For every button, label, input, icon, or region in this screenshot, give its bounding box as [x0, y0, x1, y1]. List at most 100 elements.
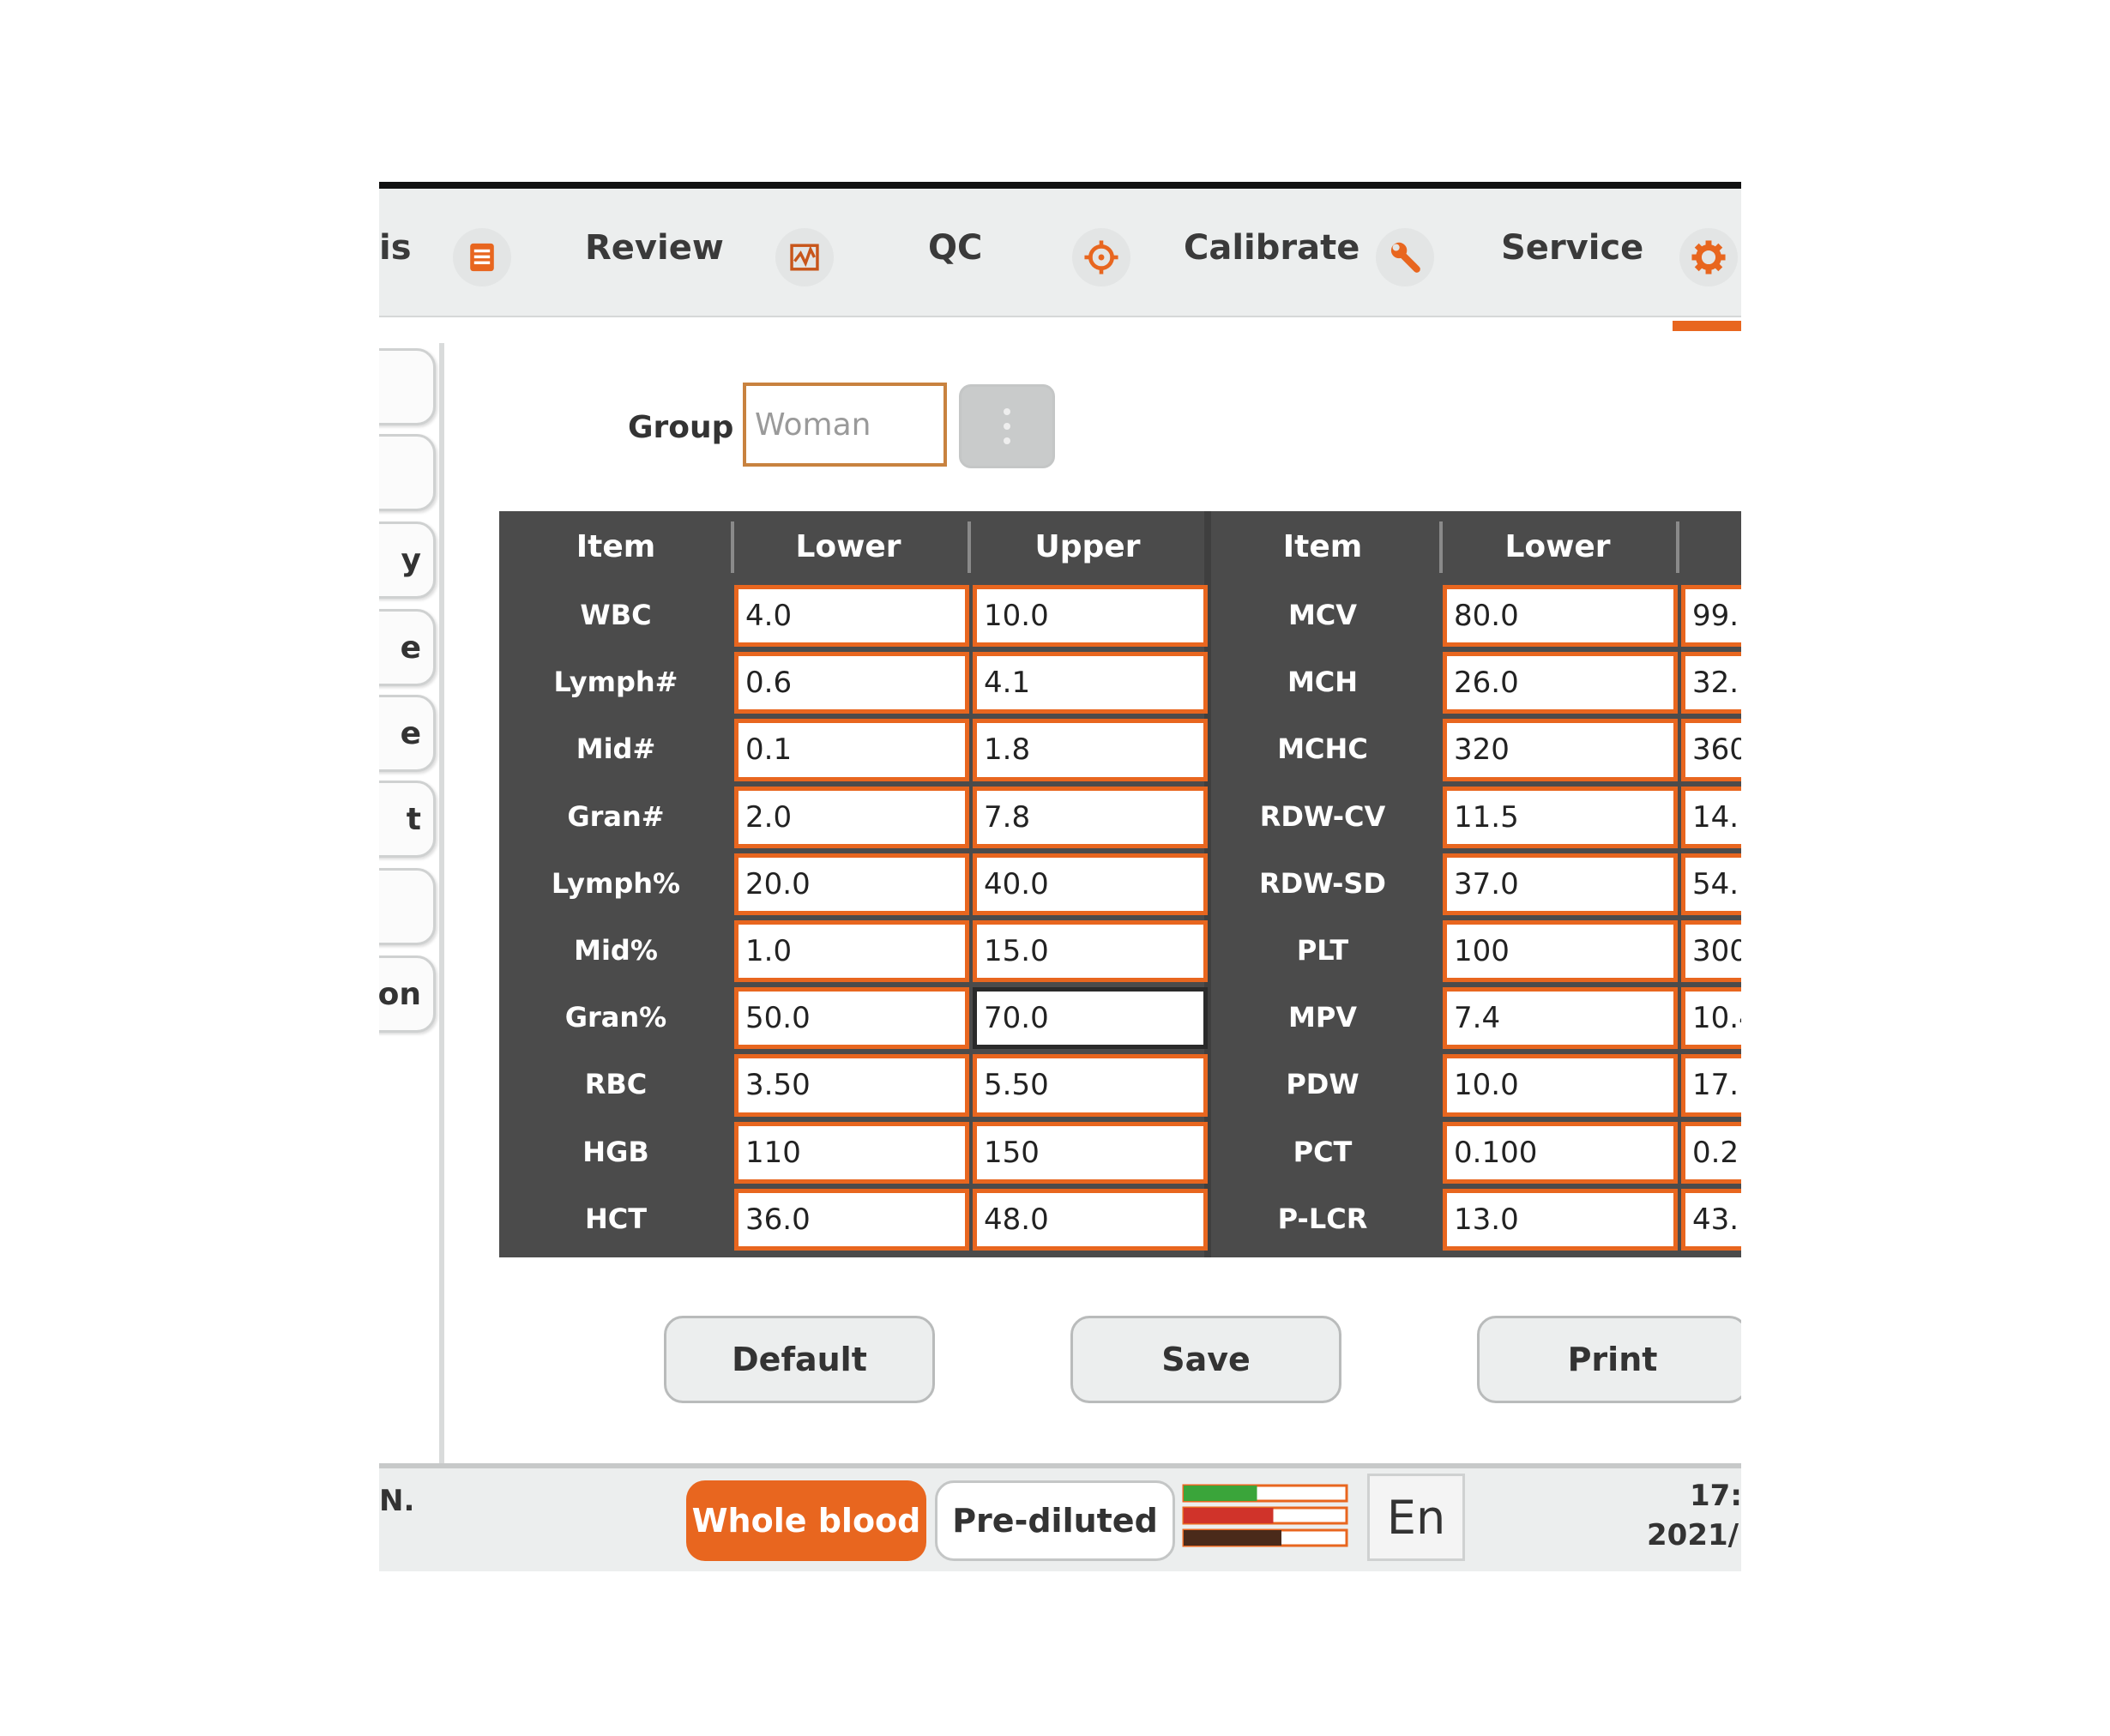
- upper-limit-input[interactable]: 150: [973, 1121, 1208, 1184]
- upper-limit-input[interactable]: 99.(: [1681, 585, 1741, 648]
- crosshair-icon[interactable]: [1072, 228, 1130, 286]
- nav-review[interactable]: Review: [585, 228, 724, 268]
- table-header-2: Upper: [1034, 528, 1141, 564]
- lower-limit-input[interactable]: 1.0: [734, 920, 969, 983]
- nav-service[interactable]: Service: [1501, 228, 1643, 268]
- table-item-label: Lymph%: [551, 866, 681, 900]
- table-item-label: MCHC: [1277, 732, 1368, 766]
- upper-limit-input[interactable]: 7.8: [973, 786, 1208, 848]
- table-item-label: PLT: [1296, 934, 1349, 967]
- nav-calibrate[interactable]: Calibrate: [1184, 228, 1359, 268]
- lower-limit-input[interactable]: 20.0: [734, 853, 969, 915]
- table-header-3: Item: [1282, 528, 1363, 564]
- table-item-label: RBC: [584, 1068, 648, 1101]
- nav-qc[interactable]: QC: [928, 228, 982, 268]
- upper-limit-input[interactable]: 360: [1681, 719, 1741, 781]
- lower-limit-input[interactable]: 26.0: [1443, 652, 1678, 714]
- table-header-5: [1679, 511, 1741, 582]
- reagent-bar-fill: [1184, 1530, 1281, 1546]
- list-icon[interactable]: [453, 228, 511, 286]
- table-item-label: HCT: [584, 1202, 648, 1235]
- reagent-level-indicator[interactable]: [1180, 1480, 1352, 1552]
- side-tab-0[interactable]: [379, 348, 436, 425]
- upper-limit-input[interactable]: 48.0: [973, 1188, 1208, 1251]
- upper-limit-input[interactable]: 40.0: [973, 853, 1208, 915]
- group-value: Woman: [755, 407, 871, 443]
- side-tab-7[interactable]: on: [379, 955, 436, 1033]
- table-item-label: PCT: [1293, 1135, 1353, 1168]
- print-button[interactable]: Print: [1477, 1316, 1741, 1403]
- side-tab-3[interactable]: e: [379, 609, 436, 686]
- side-tab-5[interactable]: t: [379, 781, 436, 858]
- wrench-icon[interactable]: [1376, 228, 1434, 286]
- lower-limit-input[interactable]: 320: [1443, 719, 1678, 781]
- group-field[interactable]: Woman: [743, 383, 947, 467]
- side-divider: [439, 343, 444, 1463]
- reference-range-table: Item Lower Upper Item Lower WBC 4.0 10.0 Lymph# 0…: [499, 511, 1741, 1257]
- gear-icon[interactable]: [1679, 228, 1738, 286]
- column-separator: [1439, 521, 1443, 573]
- status-left-text: N.: [379, 1484, 415, 1518]
- lower-limit-input[interactable]: 3.50: [734, 1054, 969, 1117]
- default-button[interactable]: Default: [664, 1316, 935, 1403]
- chart-icon[interactable]: [775, 228, 834, 286]
- table-item-label: Gran#: [567, 799, 665, 833]
- lower-limit-input[interactable]: 0.6: [734, 652, 969, 714]
- reagent-bar-fill: [1184, 1486, 1257, 1501]
- save-button[interactable]: Save: [1070, 1316, 1341, 1403]
- upper-limit-input[interactable]: 4.1: [973, 652, 1208, 714]
- lower-limit-input[interactable]: 37.0: [1443, 853, 1678, 915]
- top-nav: is Review QC Calibrate Service: [379, 189, 1741, 317]
- upper-limit-input[interactable]: 0.2!: [1681, 1121, 1741, 1184]
- lower-limit-input[interactable]: 0.1: [734, 719, 969, 781]
- lower-limit-input[interactable]: 100: [1443, 920, 1678, 983]
- upper-limit-input[interactable]: 1.8: [973, 719, 1208, 781]
- table-item-label: Lymph#: [553, 666, 678, 699]
- lower-limit-input[interactable]: 36.0: [734, 1188, 969, 1251]
- upper-limit-input[interactable]: 70.0: [973, 987, 1208, 1050]
- upper-limit-input[interactable]: 10.4: [1681, 987, 1741, 1050]
- lower-limit-input[interactable]: 13.0: [1443, 1188, 1678, 1251]
- upper-limit-input[interactable]: 15.0: [973, 920, 1208, 983]
- table-item-label: HGB: [582, 1135, 649, 1168]
- upper-limit-input[interactable]: 300: [1681, 920, 1741, 983]
- table-item-label: MCV: [1287, 599, 1358, 632]
- lower-limit-input[interactable]: 50.0: [734, 987, 969, 1050]
- language-button[interactable]: En: [1367, 1474, 1465, 1561]
- table-item-label: Mid#: [576, 732, 656, 766]
- lower-limit-input[interactable]: 80.0: [1443, 585, 1678, 648]
- reagent-bar-fill: [1184, 1508, 1274, 1523]
- table-header-1: Lower: [795, 528, 901, 564]
- side-tab-1[interactable]: [379, 434, 436, 511]
- side-tab-4[interactable]: e: [379, 695, 436, 772]
- group-more-button[interactable]: [959, 384, 1055, 468]
- side-tab-6[interactable]: [379, 868, 436, 945]
- table-item-label: WBC: [580, 599, 652, 632]
- upper-limit-input[interactable]: 5.50: [973, 1054, 1208, 1117]
- upper-limit-input[interactable]: 43.(: [1681, 1188, 1741, 1251]
- upper-limit-input[interactable]: 54.(: [1681, 853, 1741, 915]
- table-item-label: Gran%: [564, 1001, 667, 1034]
- upper-limit-input[interactable]: 14.!: [1681, 786, 1741, 848]
- upper-limit-input[interactable]: 10.0: [973, 585, 1208, 648]
- whole-blood-mode-button[interactable]: Whole blood: [686, 1480, 926, 1561]
- table-item-label: P-LCR: [1277, 1202, 1368, 1235]
- lower-limit-input[interactable]: 0.100: [1443, 1121, 1678, 1184]
- more-vertical-icon: [1004, 408, 1010, 444]
- lower-limit-input[interactable]: 7.4: [1443, 987, 1678, 1050]
- prediluted-mode-button[interactable]: Pre-diluted: [935, 1480, 1175, 1561]
- nav-item-analysis-label[interactable]: is: [379, 228, 412, 268]
- upper-limit-input[interactable]: 17.(: [1681, 1054, 1741, 1117]
- lower-limit-input[interactable]: 2.0: [734, 786, 969, 848]
- active-tab-indicator: [1673, 321, 1741, 331]
- clock-date: 2021/1: [1647, 1518, 1741, 1552]
- app-screen: is Review QC Calibrate Service Group Wom…: [379, 182, 1741, 1571]
- upper-limit-input[interactable]: 32.(: [1681, 652, 1741, 714]
- lower-limit-input[interactable]: 4.0: [734, 585, 969, 648]
- table-header-0: Item: [576, 528, 656, 564]
- lower-limit-input[interactable]: 110: [734, 1121, 969, 1184]
- lower-limit-input[interactable]: 10.0: [1443, 1054, 1678, 1117]
- status-bar: N. Whole blood Pre-diluted En 17:1 2021/…: [379, 1463, 1741, 1571]
- lower-limit-input[interactable]: 11.5: [1443, 786, 1678, 848]
- side-tab-2[interactable]: y: [379, 521, 436, 599]
